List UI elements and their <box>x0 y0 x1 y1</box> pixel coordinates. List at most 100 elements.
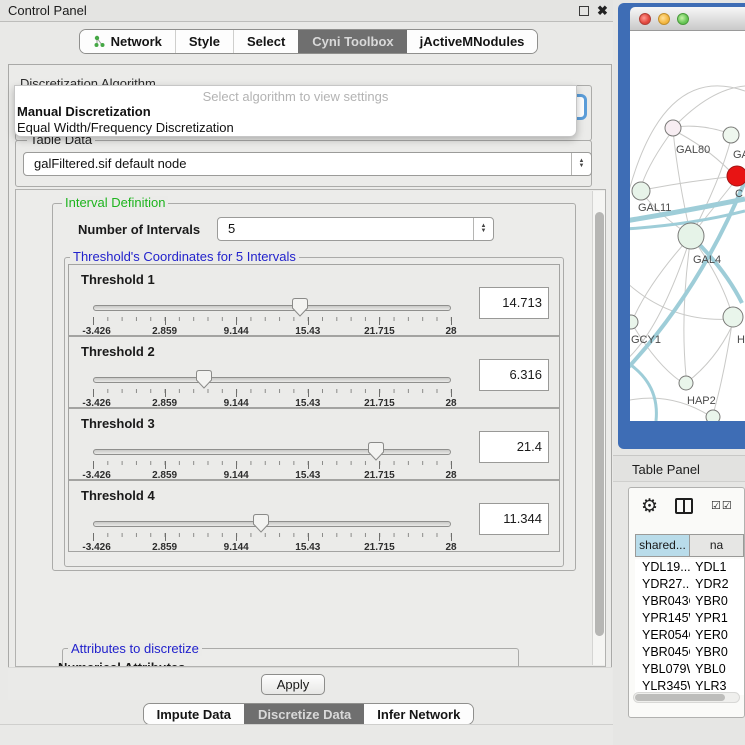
table-row[interactable]: YER054CYER0 <box>635 627 744 644</box>
number-of-intervals-combobox[interactable]: 5 ▲▼ <box>217 217 494 241</box>
network-view-window: GAL80 GA C GAL11 GAL4 GCY1 H HAP2 <box>618 3 745 449</box>
node-label-C: C <box>735 188 743 200</box>
numerical-attributes-label: Numerical Attributes <box>58 660 185 667</box>
slider-thumb[interactable] <box>292 298 308 317</box>
dropdown-option-manual[interactable]: Manual Discretization <box>15 104 576 120</box>
slider-track[interactable] <box>93 305 451 311</box>
close-icon[interactable]: ✖ <box>597 3 608 19</box>
zoom-traffic-light-icon[interactable] <box>677 13 689 25</box>
tab-infer-network[interactable]: Infer Network <box>364 704 473 724</box>
network-node-C[interactable] <box>727 166 745 186</box>
apply-bar: Apply <box>8 667 612 700</box>
threshold-3-value-field[interactable]: 21.4 <box>479 431 549 463</box>
network-node-H[interactable] <box>723 307 743 327</box>
settings-scroll-panel: Interval Definition Number of Intervals … <box>15 189 606 667</box>
number-of-intervals-label: Number of Intervals <box>78 222 200 237</box>
node-label-H: H <box>737 334 745 346</box>
panel-scrollbar[interactable] <box>592 191 605 665</box>
table-row[interactable]: YBR045CYBR0 <box>635 644 744 661</box>
node-label-GAL4: GAL4 <box>693 254 721 266</box>
threshold-2-value-field[interactable]: 6.316 <box>479 359 549 391</box>
threshold-3-slider[interactable]: -3.426 2.859 9.144 15.43 21.715 28 <box>93 445 451 479</box>
close-traffic-light-icon[interactable] <box>639 13 651 25</box>
network-node-GA[interactable] <box>723 127 739 143</box>
panel-title: Control Panel <box>8 3 87 18</box>
dropdown-option-equal-width[interactable]: Equal Width/Frequency Discretization <box>15 120 576 136</box>
slider-ticks <box>93 461 451 470</box>
slider-ticks <box>93 533 451 542</box>
tab-style[interactable]: Style <box>175 30 233 53</box>
slider-ticks <box>93 317 451 326</box>
slider-thumb[interactable] <box>196 370 212 389</box>
tab-select[interactable]: Select <box>233 30 298 53</box>
gear-icon[interactable]: ⚙ <box>641 495 658 518</box>
table-panel-toolbar: ⚙ ☑☑ <box>629 488 744 528</box>
combo-stepper-icon: ▲▼ <box>571 153 591 175</box>
network-node-GAL4[interactable] <box>678 223 704 249</box>
network-node-GCY1[interactable] <box>630 315 638 329</box>
node-label-GAL11: GAL11 <box>638 202 671 214</box>
tab-cyni-toolbox[interactable]: Cyni Toolbox <box>298 30 406 53</box>
split-view-icon[interactable] <box>675 498 693 514</box>
control-panel-titlebar: Control Panel ✖ <box>0 0 617 22</box>
interval-definition-label: Interval Definition <box>62 196 168 210</box>
threshold-4-slider[interactable]: -3.426 2.859 9.144 15.43 21.715 28 <box>93 517 451 551</box>
thresholds-group-label: Threshold's Coordinates for 5 Intervals <box>70 250 299 264</box>
table-row[interactable]: YDR27...YDR2 <box>635 576 744 593</box>
apply-button[interactable]: Apply <box>261 674 325 695</box>
slider-track[interactable] <box>93 521 451 527</box>
column-header-name[interactable]: na <box>690 534 744 557</box>
float-window-icon[interactable] <box>579 6 589 16</box>
network-node-GAL80[interactable] <box>665 120 681 136</box>
node-label-GAL80: GAL80 <box>676 144 710 156</box>
horizontal-scrollbar[interactable] <box>633 692 740 703</box>
threshold-1-slider[interactable]: -3.426 2.859 9.144 15.43 21.715 28 <box>93 301 451 335</box>
threshold-2-slider[interactable]: -3.426 2.859 9.144 15.43 21.715 28 <box>93 373 451 407</box>
dropdown-placeholder: Select algorithm to view settings <box>15 86 576 104</box>
network-node-HAP2[interactable] <box>679 376 693 390</box>
threshold-2-panel: Threshold 2 -3.426 2.859 9.144 15.43 21.… <box>68 336 560 408</box>
combo-stepper-icon: ▲▼ <box>473 218 493 240</box>
table-row[interactable]: YPR145WYPR1 <box>635 610 744 627</box>
slider-track[interactable] <box>93 377 451 383</box>
network-node-GAL11[interactable] <box>632 182 650 200</box>
slider-thumb[interactable] <box>253 514 269 533</box>
network-node[interactable] <box>706 410 720 421</box>
slider-thumb[interactable] <box>368 442 384 461</box>
select-columns-icon[interactable]: ☑☑ <box>711 499 733 512</box>
table-panel-titlebar: Table Panel <box>613 455 745 482</box>
table-data-combobox[interactable]: galFiltered.sif default node ▲▼ <box>23 152 592 176</box>
slider-track[interactable] <box>93 449 451 455</box>
tab-network[interactable]: Network <box>80 30 175 53</box>
bottom-tab-bar: Impute Data Discretize Data Infer Networ… <box>0 703 617 725</box>
node-label-GA: GA <box>733 149 745 161</box>
network-icon <box>93 35 106 48</box>
tab-jactivemnodules[interactable]: jActiveMNodules <box>407 30 538 53</box>
table-rows: YDL19...YDL1 YDR27...YDR2 YBR043CYBR0 YP… <box>635 559 744 695</box>
table-panel: ⚙ ☑☑ shared... na YDL19...YDL1 YDR27...Y… <box>628 487 745 718</box>
slider-ticks <box>93 389 451 398</box>
node-label-GCY1: GCY1 <box>631 334 661 346</box>
top-tab-bar: Network Style Select Cyni Toolbox jActiv… <box>0 29 617 54</box>
tab-discretize-data[interactable]: Discretize Data <box>244 704 364 724</box>
threshold-4-value-field[interactable]: 11.344 <box>479 503 549 535</box>
node-label-HAP2: HAP2 <box>687 395 716 407</box>
network-window-titlebar[interactable] <box>630 7 745 31</box>
table-header: shared... na <box>635 534 744 557</box>
threshold-3-panel: Threshold 3 -3.426 2.859 9.144 15.43 21.… <box>68 408 560 480</box>
tab-impute-data[interactable]: Impute Data <box>144 704 244 724</box>
column-header-shared[interactable]: shared... <box>635 534 690 557</box>
table-row[interactable]: YBR043CYBR0 <box>635 593 744 610</box>
cyni-toolbox-panel: Table Data galFiltered.sif default node … <box>8 64 612 670</box>
network-canvas[interactable]: GAL80 GA C GAL11 GAL4 GCY1 H HAP2 <box>630 31 745 421</box>
threshold-1-panel: Threshold 1 -3.426 2.859 9.144 15.43 21.… <box>68 264 560 336</box>
table-row[interactable]: YDL19...YDL1 <box>635 559 744 576</box>
threshold-4-panel: Threshold 4 -3.426 2.859 9.144 15.43 21.… <box>68 480 560 552</box>
attributes-group-label: Attributes to discretize <box>68 642 202 656</box>
threshold-1-value-field[interactable]: 14.713 <box>479 287 549 319</box>
algorithm-dropdown-popup: Select algorithm to view settings Manual… <box>14 85 577 137</box>
table-row[interactable]: YBL079WYBL0 <box>635 661 744 678</box>
control-panel: Control Panel ✖ Network Style Select Cyn… <box>0 0 617 745</box>
table-panel-title: Table Panel <box>632 462 700 477</box>
minimize-traffic-light-icon[interactable] <box>658 13 670 25</box>
